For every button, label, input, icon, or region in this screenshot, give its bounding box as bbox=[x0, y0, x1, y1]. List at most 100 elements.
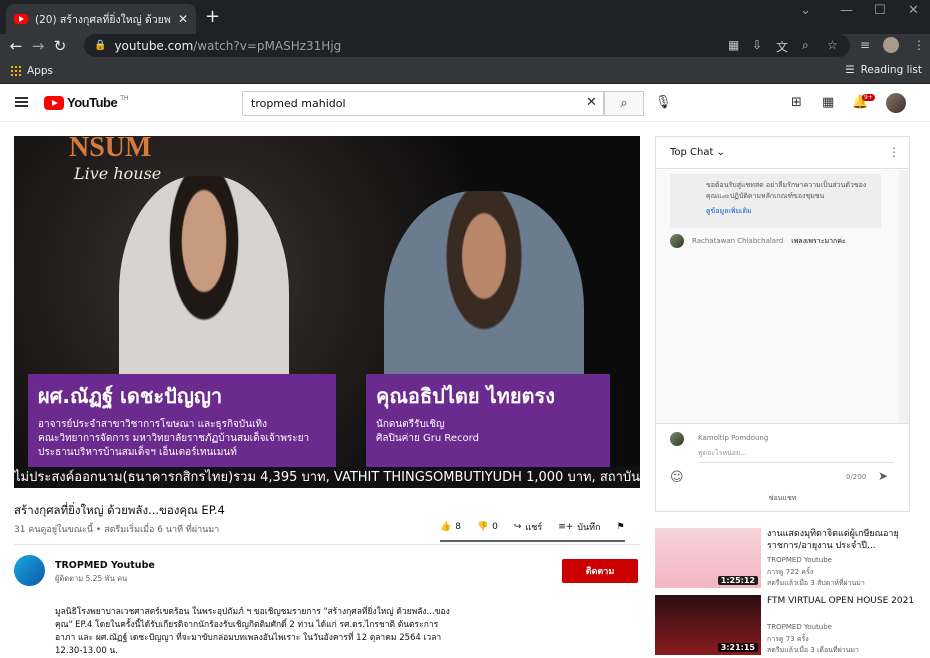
chat-input[interactable]: พูดอะไรหน่อย... bbox=[698, 448, 894, 463]
video-actions: 👍 8 👎 0 ↪ แชร์ ≡+ บันทึก ⚑ bbox=[440, 520, 625, 542]
name-card-right: คุณอธิปไตย ไทยตรง นักดนตรีรับเชิญ ศิลปิน… bbox=[366, 374, 610, 470]
lock-icon: 🔒 bbox=[94, 40, 107, 51]
chat-scrollbar[interactable] bbox=[899, 170, 909, 423]
divider bbox=[14, 544, 640, 545]
recommendation-channel: TROPMED Youtube bbox=[767, 556, 832, 564]
live-chat-panel: Top Chat ⌄ ⋮ ขอต้อนรับสู่แชทสด อย่าลืมรั… bbox=[655, 136, 910, 512]
account-avatar[interactable] bbox=[886, 93, 906, 113]
menu-dots-icon[interactable]: ⋮ bbox=[913, 38, 925, 52]
media-control-icon[interactable]: ≡ bbox=[860, 38, 870, 52]
minimize-icon[interactable]: — bbox=[840, 3, 853, 18]
share-icon: ↪ bbox=[513, 522, 522, 532]
hide-chat-button[interactable]: ซ่อนแชท bbox=[656, 493, 909, 504]
chat-author-name[interactable]: Rachatawan Chiabchalard bbox=[692, 237, 783, 245]
notification-badge: 9+ bbox=[862, 94, 875, 101]
youtube-play-logo-icon bbox=[44, 95, 64, 110]
learn-more-link[interactable]: ดูข้อมูลเพิ่มเติม bbox=[706, 206, 873, 217]
reading-list-button[interactable]: ☰ Reading list bbox=[845, 64, 922, 76]
name-card-left: ผศ.ณัฏฐ์ เดชะปัญญา อาจารย์ประจำสาขาวิชาก… bbox=[28, 374, 336, 470]
browser-tab[interactable]: (20) สร้างกุศลที่ยิ่งใหญ่ ด้วยพลั... ✕ bbox=[6, 4, 196, 34]
url-host: youtube.com bbox=[114, 38, 194, 53]
like-button[interactable]: 👍 8 bbox=[440, 522, 461, 532]
thumbs-up-icon: 👍 bbox=[440, 522, 452, 532]
channel-name[interactable]: TROPMED Youtube bbox=[55, 560, 155, 571]
clear-search-icon[interactable]: ✕ bbox=[586, 95, 597, 110]
card-left-line: ประธานบริหารบ้านสมเด็จฯ เอ็นเตอร์เทนเมนท… bbox=[38, 447, 237, 458]
my-name: Kamoltip Pomdoung bbox=[698, 434, 769, 442]
chat-message-text: เพลงเพราะมากค่ะ bbox=[791, 236, 846, 245]
subscribe-button[interactable]: ติดตาม bbox=[562, 559, 638, 583]
recommendation-time: สตรีมแล้วเมื่อ 3 สัปดาห์ที่ผ่านมา bbox=[767, 579, 865, 587]
video-meta: 31 คนดูอยู่ในขณะนี้ • สตรีมเริ่มเมื่อ 6 … bbox=[14, 525, 220, 535]
video-player[interactable]: NSUM Live house ผศ.ณัฏฐ์ เดชะปัญญา อาจาร… bbox=[14, 136, 640, 488]
reading-list-icon: ☰ bbox=[845, 64, 855, 76]
chat-message: Rachatawan Chiabchalard เพลงเพราะมากค่ะ bbox=[670, 234, 846, 248]
video-duration: 1:25:12 bbox=[717, 576, 758, 585]
apps-shortcut[interactable]: Apps bbox=[10, 65, 53, 77]
bookmark-star-icon[interactable]: ☆ bbox=[827, 38, 838, 52]
chat-messages: ขอต้อนรับสู่แชทสด อย่าลืมรักษาความเป็นส่… bbox=[656, 170, 899, 423]
search-input[interactable]: tropmed mahidol bbox=[242, 91, 604, 116]
forward-icon[interactable]: → bbox=[27, 37, 49, 55]
maximize-icon[interactable]: ☐ bbox=[874, 3, 886, 18]
back-icon[interactable]: ← bbox=[5, 37, 27, 55]
playlist-add-icon: ≡+ bbox=[558, 522, 574, 532]
char-counter: 0/200 bbox=[846, 473, 867, 481]
search-query-text: tropmed mahidol bbox=[251, 97, 346, 110]
video-duration: 3:21:15 bbox=[717, 643, 758, 652]
report-button[interactable]: ⚑ bbox=[617, 522, 625, 532]
video-thumbnail[interactable]: 1:25:12 bbox=[655, 528, 761, 588]
recommendation-item[interactable]: 1:25:12 งานแสดงมุทิตาจิตแด่ผู้เกษียณอายุ… bbox=[655, 528, 920, 588]
card-left-line: คณะวิทยาการจัดการ มหาวิทยาลัยราชภัฏบ้านส… bbox=[38, 433, 310, 444]
search-icon: ⌕ bbox=[620, 96, 628, 111]
emoji-icon[interactable]: ☺ bbox=[670, 470, 684, 485]
chat-author-avatar[interactable] bbox=[670, 234, 684, 248]
reading-list-label: Reading list bbox=[860, 64, 922, 76]
search-button[interactable]: ⌕ bbox=[604, 91, 644, 116]
tab-search-icon[interactable]: ⌄ bbox=[800, 3, 811, 18]
close-window-icon[interactable]: ✕ bbox=[908, 3, 919, 18]
venue-neon-text: Live house bbox=[74, 164, 162, 183]
recommendation-views: การดู 73 ครั้ง bbox=[767, 635, 809, 643]
bookmarks-bar: Apps bbox=[0, 58, 930, 84]
close-tab-icon[interactable]: ✕ bbox=[178, 12, 188, 26]
chat-input-area: Kamoltip Pomdoung พูดอะไรหน่อย... ☺ 0/20… bbox=[656, 423, 909, 491]
chat-menu-icon[interactable]: ⋮ bbox=[888, 145, 900, 159]
youtube-favicon-icon bbox=[14, 14, 28, 24]
install-app-icon[interactable]: ⇩ bbox=[752, 38, 762, 52]
like-count: 8 bbox=[455, 522, 461, 532]
card-left-name: ผศ.ณัฏฐ์ เดชะปัญญา bbox=[38, 384, 223, 408]
hamburger-menu-icon[interactable] bbox=[15, 97, 28, 107]
notice-text: ขอต้อนรับสู่แชทสด อย่าลืมรักษาความเป็นส่… bbox=[706, 181, 867, 200]
card-right-line: ศิลปินค่าย Gru Record bbox=[376, 433, 479, 444]
recommendation-title[interactable]: FTM VIRTUAL OPEN HOUSE 2021 bbox=[767, 595, 917, 607]
youtube-logo[interactable]: YouTube TH bbox=[44, 95, 128, 110]
apps-grid-icon[interactable]: ▦ bbox=[822, 95, 834, 110]
url-path: /watch?v=pMASHz31Hjg bbox=[193, 38, 342, 53]
apps-label: Apps bbox=[27, 64, 53, 77]
save-label: บันทึก bbox=[577, 523, 601, 533]
video-thumbnail[interactable]: 3:21:15 bbox=[655, 595, 761, 655]
recommendation-item[interactable]: 3:21:15 FTM VIRTUAL OPEN HOUSE 2021 TROP… bbox=[655, 595, 920, 655]
video-title: สร้างกุศลที่ยิ่งใหญ่ ด้วยพลัง...ของคุณ E… bbox=[14, 503, 225, 517]
share-button[interactable]: ↪ แชร์ bbox=[514, 520, 542, 534]
donation-ticker: ไม่ประสงค์ออกนาม(ธนาคารกสิกรไทย)รวม 4,39… bbox=[14, 467, 640, 488]
profile-avatar-icon[interactable] bbox=[883, 37, 899, 53]
qr-code-icon[interactable]: ▦ bbox=[728, 38, 739, 52]
channel-avatar[interactable] bbox=[14, 555, 45, 586]
save-button[interactable]: ≡+ บันทึก bbox=[558, 520, 600, 534]
zoom-icon[interactable]: ⌕ bbox=[802, 38, 809, 53]
recommendation-title[interactable]: งานแสดงมุทิตาจิตแด่ผู้เกษียณอายุราชการ/อ… bbox=[767, 528, 917, 552]
chevron-down-icon: ⌄ bbox=[716, 147, 726, 158]
chat-mode-dropdown[interactable]: Top Chat ⌄ bbox=[670, 147, 725, 158]
url-text: youtube.com/watch?v=pMASHz31Hjg bbox=[114, 39, 341, 53]
create-video-icon[interactable]: ⊞ bbox=[791, 95, 802, 110]
translate-icon[interactable]: 文 bbox=[776, 38, 788, 55]
reload-icon[interactable]: ↻ bbox=[49, 37, 71, 55]
dislike-button[interactable]: 👎 0 bbox=[477, 522, 498, 532]
chat-welcome-notice: ขอต้อนรับสู่แชทสด อย่าลืมรักษาความเป็นส่… bbox=[670, 174, 881, 228]
thumbs-down-icon: 👎 bbox=[476, 522, 489, 532]
voice-search-icon[interactable]: 🎙 bbox=[655, 95, 672, 110]
send-icon[interactable]: ➤ bbox=[878, 469, 888, 483]
new-tab-icon[interactable]: + bbox=[205, 7, 220, 27]
